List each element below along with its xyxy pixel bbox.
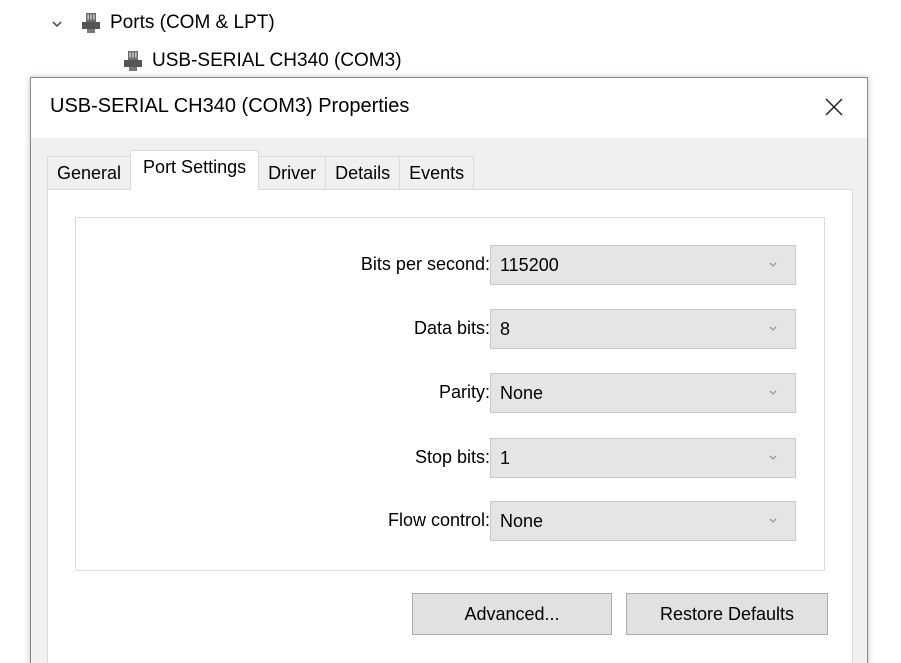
tab-label: Details — [335, 163, 391, 183]
advanced-button[interactable]: Advanced... — [412, 593, 612, 635]
dialog-title: USB-SERIAL CH340 (COM3) Properties — [50, 95, 410, 117]
chevron-down-icon — [769, 518, 777, 523]
tree-item-label: Ports (COM & LPT) — [110, 12, 275, 33]
tab-strip: General Port Settings Driver Details Eve… — [47, 150, 475, 190]
bits-per-second-select[interactable]: 115200 — [490, 245, 796, 285]
tab-port-settings[interactable]: Port Settings — [130, 150, 260, 190]
select-value: None — [500, 383, 544, 403]
chevron-down-icon[interactable] — [50, 17, 64, 31]
tab-label: Port Settings — [143, 157, 247, 177]
bits-per-second-label: Bits per second: — [360, 254, 490, 274]
stop-bits-label: Stop bits: — [414, 447, 490, 467]
tree-item-device[interactable]: USB-SERIAL CH340 (COM3) — [122, 50, 402, 72]
close-icon[interactable] — [823, 96, 845, 118]
chevron-down-icon — [769, 390, 777, 395]
dialog-titlebar[interactable]: USB-SERIAL CH340 (COM3) Properties — [31, 78, 867, 138]
port-connector-icon — [82, 13, 100, 33]
data-bits-label: Data bits: — [413, 318, 490, 338]
chevron-down-icon — [769, 455, 777, 460]
stop-bits-select[interactable]: 1 — [490, 438, 796, 478]
button-label: Advanced... — [464, 603, 560, 624]
data-bits-row: Data bits: 8 — [76, 309, 824, 349]
tab-label: Events — [409, 163, 465, 183]
flow-control-label: Flow control: — [387, 510, 490, 530]
select-value: 115200 — [500, 255, 559, 275]
chevron-down-icon — [769, 262, 777, 267]
select-value: None — [500, 511, 544, 531]
tree-item-label: USB-SERIAL CH340 (COM3) — [152, 50, 402, 71]
select-value: 8 — [500, 319, 511, 339]
port-connector-icon — [124, 51, 142, 71]
parity-label: Parity: — [438, 382, 490, 402]
tab-label: General — [57, 163, 122, 183]
tab-events[interactable]: Events — [399, 156, 475, 190]
screen: Ports (COM & LPT) USB-SERIAL CH340 (COM3… — [0, 0, 901, 663]
select-value: 1 — [500, 448, 511, 468]
data-bits-select[interactable]: 8 — [490, 309, 796, 349]
tab-general[interactable]: General — [47, 156, 132, 190]
tree-item-ports[interactable]: Ports (COM & LPT) — [50, 12, 275, 34]
port-settings-group: Bits per second: 115200 Data bits: 8 Par… — [75, 217, 825, 571]
flow-control-select[interactable]: None — [490, 501, 796, 541]
stop-bits-row: Stop bits: 1 — [76, 438, 824, 478]
port-settings-panel: Bits per second: 115200 Data bits: 8 Par… — [47, 189, 853, 663]
chevron-down-icon — [769, 326, 777, 331]
tab-driver[interactable]: Driver — [258, 156, 327, 190]
tab-details[interactable]: Details — [325, 156, 401, 190]
parity-row: Parity: None — [76, 373, 824, 413]
properties-dialog: USB-SERIAL CH340 (COM3) Properties Gener… — [30, 77, 868, 663]
button-label: Restore Defaults — [659, 603, 795, 624]
restore-defaults-button[interactable]: Restore Defaults — [626, 593, 828, 635]
parity-select[interactable]: None — [490, 373, 796, 413]
bits-per-second-row: Bits per second: 115200 — [76, 245, 824, 285]
tab-label: Driver — [268, 163, 317, 183]
flow-control-row: Flow control: None — [76, 501, 824, 541]
